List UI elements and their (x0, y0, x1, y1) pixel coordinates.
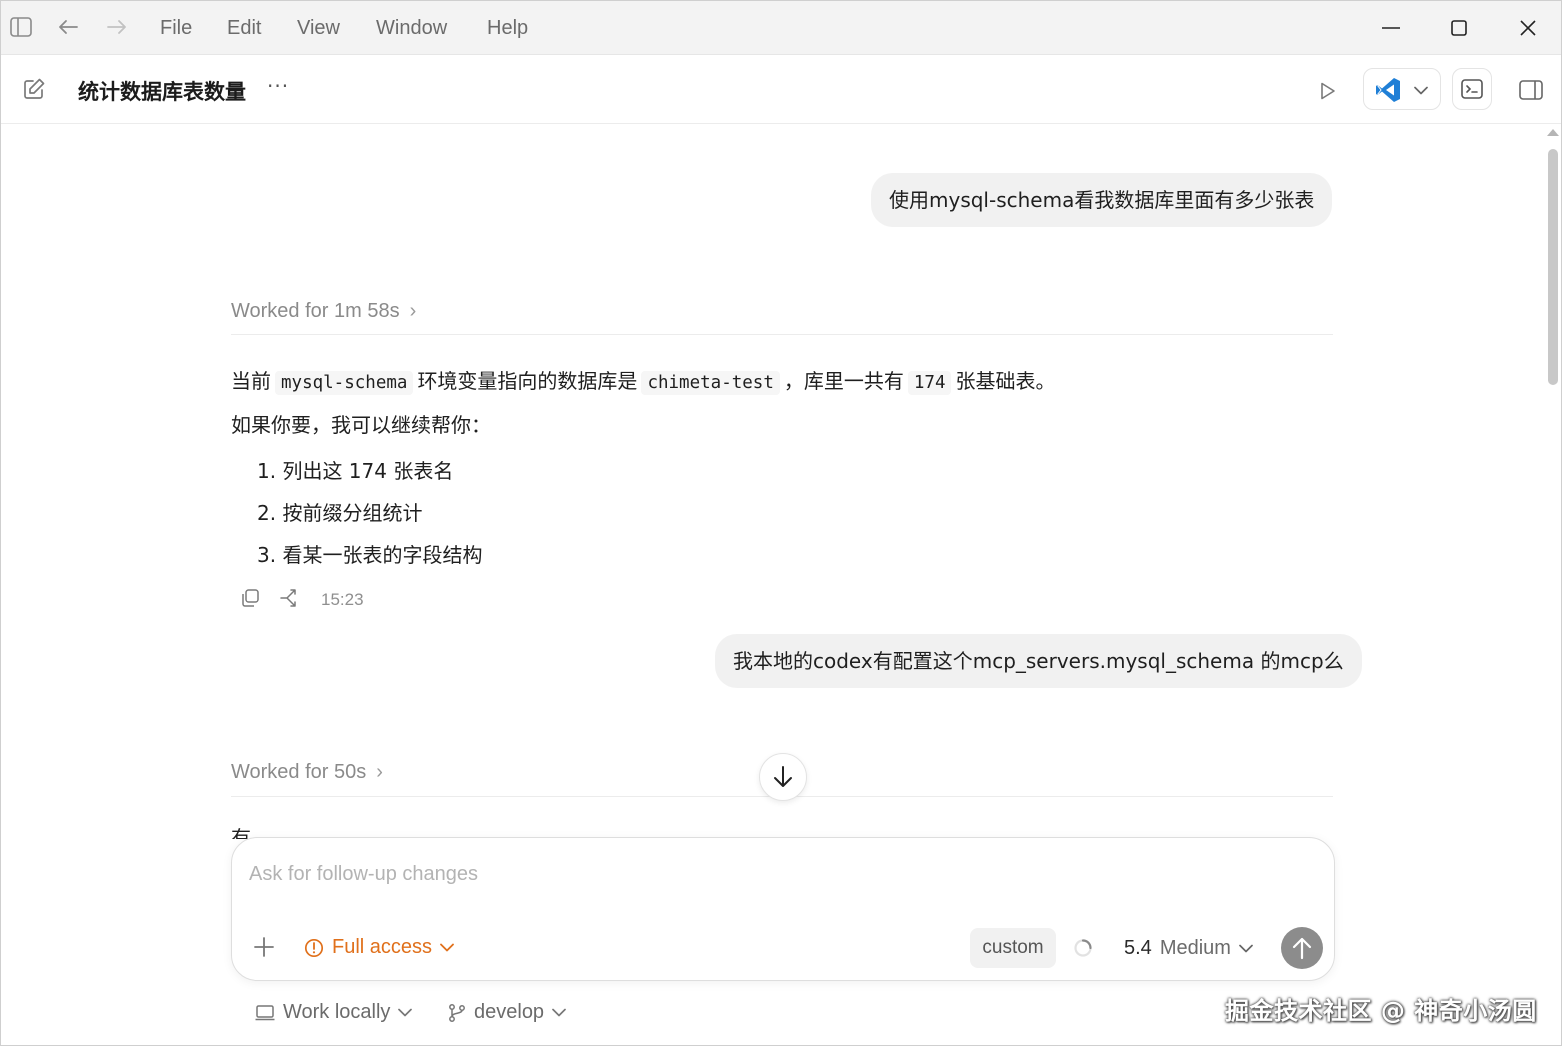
git-branch-icon (449, 1003, 465, 1022)
chevron-down-icon (398, 1008, 413, 1017)
chevron-down-icon (552, 1008, 566, 1017)
forward-arrow-icon[interactable] (105, 15, 129, 39)
new-chat-edit-icon[interactable] (21, 76, 47, 102)
divider (231, 334, 1333, 335)
answer-text: 张基础表。 (955, 369, 1056, 393)
inline-code: chimeta-test (641, 371, 780, 395)
answer-text: 环境变量指向的数据库是 (417, 369, 638, 393)
model-version: 5.4 (1124, 937, 1152, 959)
chevron-down-icon (440, 943, 454, 952)
menu-edit[interactable]: Edit (227, 15, 261, 41)
app-window: File Edit View Window Help 统计数据库表数量 ··· (0, 0, 1562, 1046)
chevron-down-icon (1239, 944, 1253, 953)
branch-label: develop (474, 1001, 545, 1023)
warning-circle-icon (304, 938, 324, 957)
vscode-icon[interactable] (1374, 77, 1402, 103)
terminal-icon[interactable] (1452, 68, 1492, 110)
access-mode-label: Full access (332, 936, 433, 958)
user-message-bubble: 使用mysql-schema看我数据库里面有多少张表 (871, 173, 1333, 227)
inline-code: 174 (907, 371, 952, 395)
model-effort: Medium (1159, 937, 1231, 959)
send-button[interactable] (1281, 927, 1323, 969)
answer-text: ，库里一共有 (783, 369, 904, 393)
sidebar-toggle-icon[interactable] (9, 15, 33, 39)
list-item: 3. 看某一张表的字段结构 (257, 543, 483, 567)
minimize-icon[interactable] (1371, 11, 1411, 45)
partial-answer-text: 有 (231, 826, 251, 839)
menu-file[interactable]: File (160, 15, 192, 41)
arrow-down-icon (774, 766, 792, 787)
back-arrow-icon[interactable] (56, 15, 80, 39)
scrollbar-thumb[interactable] (1548, 149, 1558, 385)
menu-view[interactable]: View (297, 15, 340, 41)
list-item: 1. 列出这 174 张表名 (257, 459, 454, 483)
work-locally-label: Work locally (283, 1001, 391, 1023)
assistant-answer-line-1: 当前 mysql-schema 环境变量指向的数据库是 chimeta-test ，库里… (231, 365, 1056, 395)
composer: Full access custom 5.4 Medium (231, 837, 1335, 981)
copy-icon[interactable] (239, 587, 261, 613)
worked-duration: Worked for 1m 58s (231, 300, 400, 322)
menu-help[interactable]: Help (487, 15, 528, 41)
worked-summary-toggle[interactable]: Worked for 50s › (231, 761, 383, 784)
page-title: 统计数据库表数量 (78, 80, 246, 104)
work-locally-dropdown[interactable]: Work locally (255, 1001, 413, 1024)
message-timestamp: 15:23 (321, 590, 364, 609)
run-play-icon[interactable] (1315, 78, 1341, 104)
branch-dropdown[interactable]: develop (448, 1001, 566, 1024)
inline-code: mysql-schema (275, 371, 414, 395)
chevron-down-icon[interactable] (1410, 79, 1432, 101)
follow-up-input[interactable] (249, 858, 1309, 890)
arrow-up-icon (1292, 937, 1312, 960)
worked-summary-toggle[interactable]: Worked for 1m 58s › (231, 300, 416, 323)
thread-header: 统计数据库表数量 ··· (1, 56, 1561, 124)
scroll-to-bottom-button[interactable] (759, 753, 807, 801)
chevron-right-icon: › (409, 300, 417, 322)
scroll-up-arrow-icon[interactable] (1547, 129, 1559, 136)
close-icon[interactable] (1508, 11, 1548, 45)
custom-chip[interactable]: custom (970, 928, 1056, 968)
watermark: 掘金技术社区 @ 神奇小汤圆 (1225, 997, 1537, 1025)
access-mode-dropdown[interactable]: Full access (304, 936, 454, 959)
scrollbar[interactable] (1544, 127, 1560, 1046)
menu-bar: File Edit View Window Help (1, 1, 1561, 55)
user-message-bubble: 我本地的codex有配置这个mcp_servers.mysql_schema 的… (715, 634, 1362, 688)
add-attachment-icon[interactable] (252, 935, 276, 959)
fork-branch-icon[interactable] (279, 587, 301, 613)
worked-duration: Worked for 50s (231, 761, 367, 783)
list-item: 2. 按前缀分组统计 (257, 501, 423, 525)
assistant-answer-line-2: 如果你要，我可以继续帮你： (231, 413, 491, 437)
answer-text: 当前 (231, 369, 271, 393)
panel-toggle-icon[interactable] (1517, 78, 1545, 102)
maximize-icon[interactable] (1439, 11, 1479, 45)
more-options-icon[interactable]: ··· (267, 74, 289, 98)
menu-window[interactable]: Window (376, 15, 447, 41)
laptop-icon (255, 1004, 275, 1020)
chevron-right-icon: › (376, 761, 383, 783)
loading-spinner-icon (1073, 938, 1093, 958)
model-selector[interactable]: 5.4 Medium (1124, 937, 1253, 960)
open-in-editor-group[interactable] (1363, 68, 1441, 110)
